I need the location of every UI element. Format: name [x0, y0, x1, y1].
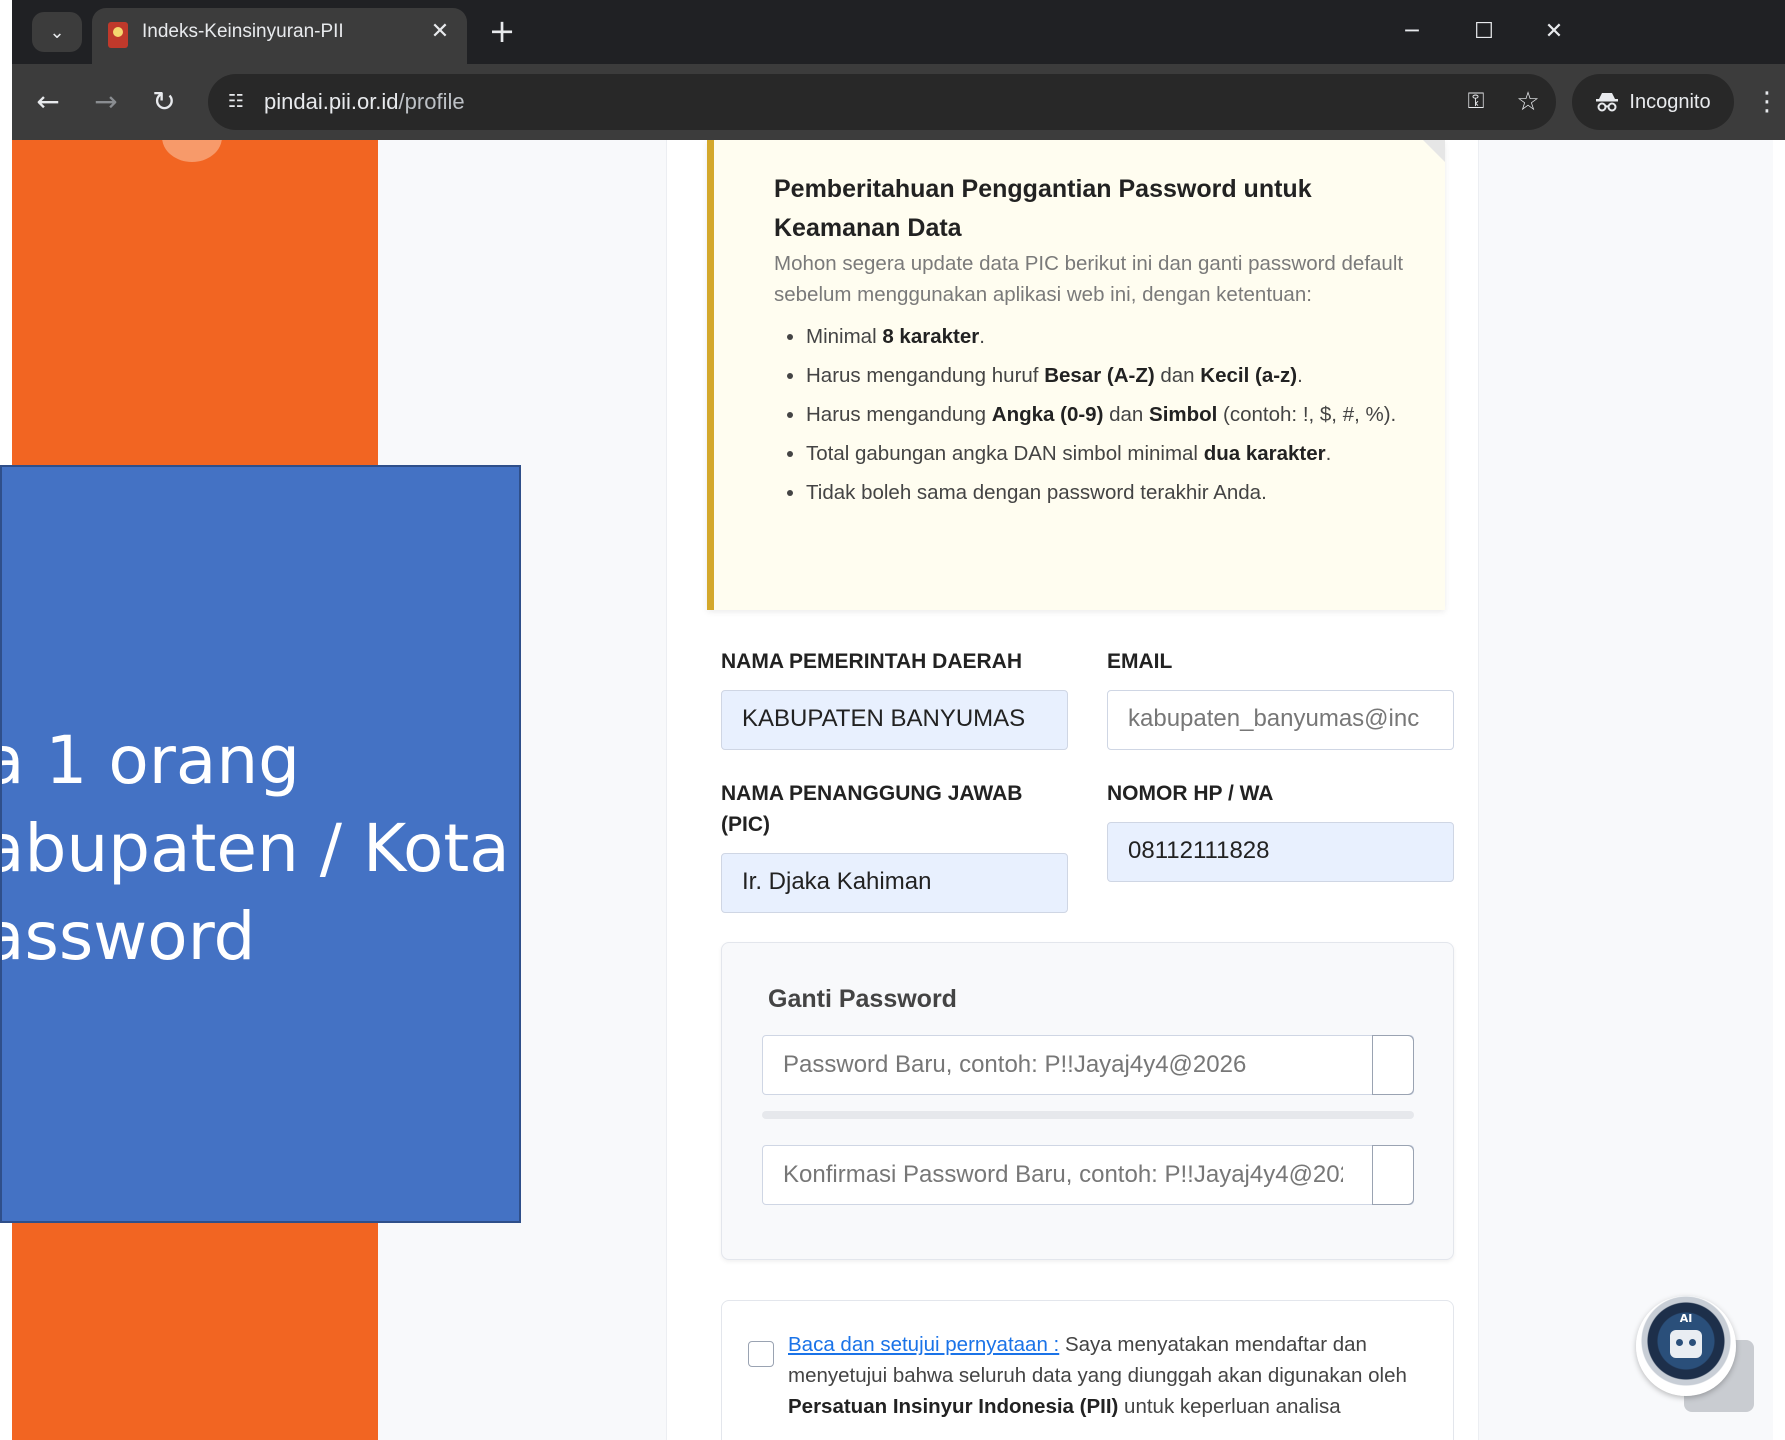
- robot-icon: [1670, 1330, 1702, 1358]
- incognito-button[interactable]: Incognito: [1572, 74, 1734, 130]
- toggle-confirm-password-button[interactable]: [1372, 1145, 1414, 1205]
- agreement-panel: Baca dan setujui pernyataan : Saya menya…: [721, 1300, 1454, 1440]
- notice-corner-fold: [1423, 140, 1445, 162]
- pemda-input[interactable]: KABUPATEN BANYUMAS: [721, 690, 1068, 750]
- rule-item: Total gabungan angka DAN simbol minimal …: [806, 437, 1446, 471]
- url-path: /profile: [398, 89, 465, 114]
- site-favicon-icon: [108, 22, 128, 48]
- hp-label: NOMOR HP / WA: [1107, 782, 1274, 805]
- new-password-input[interactable]: Password Baru, contoh: P!!Jayaj4y4@2026: [783, 1036, 1343, 1093]
- back-button[interactable]: ←: [28, 82, 68, 122]
- agreement-link[interactable]: Baca dan setujui pernyataan :: [788, 1333, 1059, 1356]
- rule-item: Harus mengandung huruf Besar (A-Z) dan K…: [806, 359, 1446, 393]
- password-strength-bar: [762, 1111, 1414, 1119]
- pic-label: NAMA PENANGGUNG JAWAB (PIC): [721, 782, 1023, 836]
- confirm-password-field[interactable]: Konfirmasi Password Baru, contoh: P!!Jay…: [762, 1145, 1414, 1205]
- hp-input[interactable]: 08112111828: [1107, 822, 1454, 882]
- site-info-icon[interactable]: ☷: [222, 88, 250, 116]
- rule-item: Harus mengandung Angka (0-9) dan Simbol …: [806, 398, 1446, 432]
- sidebar-decoration: [162, 140, 222, 162]
- ai-chatbot-button[interactable]: AI: [1636, 1296, 1736, 1396]
- email-input[interactable]: kabupaten_banyumas@inc: [1107, 690, 1454, 750]
- window-minimize-button[interactable]: ─: [1392, 12, 1432, 52]
- tab-close-button[interactable]: ✕: [427, 19, 453, 45]
- password-notice-alert: Pemberitahuan Penggantian Password untuk…: [707, 140, 1445, 610]
- rule-item: Minimal 8 karakter.: [806, 320, 1446, 354]
- new-password-field[interactable]: Password Baru, contoh: P!!Jayaj4y4@2026: [762, 1035, 1414, 1095]
- presentation-overlay: a 1 orang abupaten / Kota assword: [0, 465, 521, 1223]
- window-maximize-button[interactable]: ☐: [1464, 12, 1504, 52]
- browser-menu-button[interactable]: ⋮: [1752, 82, 1782, 122]
- change-password-panel: Ganti Password Password Baru, contoh: P!…: [721, 942, 1454, 1260]
- agreement-text: Baca dan setujui pernyataan : Saya menya…: [788, 1333, 1407, 1418]
- overlay-text-line: a 1 orang: [0, 722, 301, 799]
- email-label: EMAIL: [1107, 650, 1173, 673]
- pemda-label: NAMA PEMERINTAH DAERAH: [721, 650, 1022, 673]
- forward-button[interactable]: →: [86, 82, 126, 122]
- new-tab-button[interactable]: +: [484, 12, 520, 52]
- notice-text: Mohon segera update data PIC berikut ini…: [774, 252, 1404, 306]
- overlay-text-line: assword: [0, 898, 256, 975]
- overlay-text-line: abupaten / Kota: [0, 810, 510, 887]
- reload-button[interactable]: ↻: [144, 82, 184, 122]
- password-rules-list: Minimal 8 karakter. Harus mengandung hur…: [774, 320, 1446, 515]
- url-text[interactable]: pindai.pii.or.id/profile: [264, 74, 465, 130]
- incognito-icon: [1596, 93, 1619, 112]
- incognito-label: Incognito: [1629, 90, 1711, 113]
- rule-item: Tidak boleh sama dengan password terakhi…: [806, 476, 1446, 510]
- toggle-new-password-button[interactable]: [1372, 1035, 1414, 1095]
- tab-title: Indeks-Keinsinyuran-PII: [142, 21, 344, 42]
- window-close-button[interactable]: ✕: [1534, 12, 1574, 52]
- agreement-checkbox[interactable]: [748, 1341, 774, 1367]
- notice-title: Pemberitahuan Penggantian Password untuk…: [774, 175, 1312, 242]
- url-host: pindai.pii.or.id: [264, 89, 399, 114]
- confirm-password-input[interactable]: Konfirmasi Password Baru, contoh: P!!Jay…: [783, 1146, 1343, 1203]
- browser-tab-active[interactable]: Indeks-Keinsinyuran-PII ✕: [92, 8, 467, 64]
- pic-input[interactable]: Ir. Djaka Kahiman: [721, 853, 1068, 913]
- address-bar[interactable]: ☷ pindai.pii.or.id/profile ⚿ ☆: [208, 74, 1556, 130]
- chatbot-label: AI: [1679, 1312, 1693, 1325]
- password-key-icon[interactable]: ⚿: [1460, 86, 1492, 118]
- chevron-down-icon: ⌄: [49, 21, 65, 43]
- bookmark-star-icon[interactable]: ☆: [1512, 86, 1544, 118]
- browser-toolbar: ← → ↻ ☷ pindai.pii.or.id/profile ⚿ ☆ Inc…: [12, 64, 1785, 140]
- browser-tab-bar: ⌄ Indeks-Keinsinyuran-PII ✕ + ─ ☐ ✕: [12, 0, 1785, 64]
- change-password-title: Ganti Password: [768, 985, 957, 1013]
- tab-search-button[interactable]: ⌄: [32, 12, 82, 52]
- profile-card: Pemberitahuan Penggantian Password untuk…: [666, 140, 1479, 1440]
